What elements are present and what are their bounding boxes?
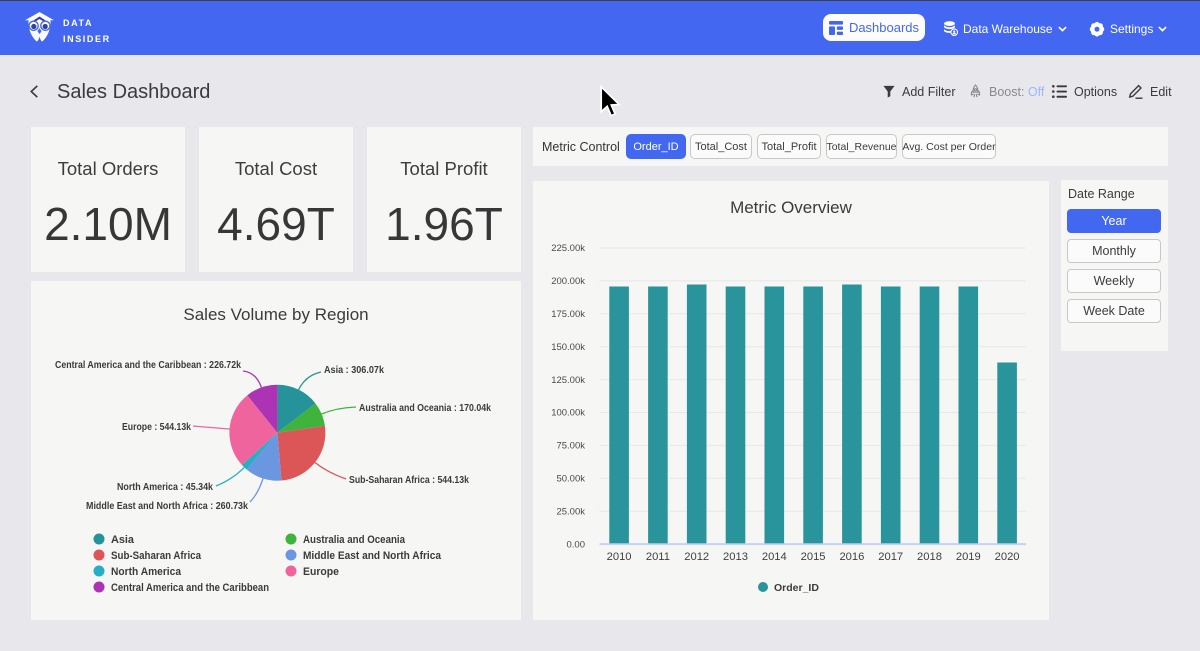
svg-text:Order_ID: Order_ID [774,582,819,594]
svg-text:Central America and the Caribb: Central America and the Caribbean [111,582,269,594]
svg-text:Australia and Oceania : 170.04: Australia and Oceania : 170.04k [359,403,491,414]
svg-text:2017: 2017 [878,551,903,563]
svg-text:Middle East and North Africa :: Middle East and North Africa : 260.73k [86,501,248,512]
svg-text:2019: 2019 [956,551,981,563]
svg-text:North America : 45.34k: North America : 45.34k [117,482,213,493]
svg-text:2018: 2018 [917,551,942,563]
svg-text:125.00k: 125.00k [551,375,585,386]
svg-text:Middle East and North Africa: Middle East and North Africa [303,550,442,562]
svg-text:2010: 2010 [607,551,632,563]
svg-text:200.00k: 200.00k [551,276,585,287]
svg-text:Australia and Oceania: Australia and Oceania [303,534,406,546]
svg-text:Asia: Asia [111,534,135,546]
svg-text:2012: 2012 [684,551,709,563]
svg-text:Central America and the Caribb: Central America and the Caribbean : 226.… [55,360,241,371]
svg-text:Asia : 306.07k: Asia : 306.07k [324,365,384,376]
svg-text:175.00k: 175.00k [551,309,585,320]
svg-text:225.00k: 225.00k [551,243,585,254]
svg-text:Sub-Saharan Africa: Sub-Saharan Africa [111,550,202,562]
svg-text:Europe : 544.13k: Europe : 544.13k [122,422,191,433]
svg-text:Sub-Saharan Africa : 544.13k: Sub-Saharan Africa : 544.13k [349,475,469,486]
svg-text:2015: 2015 [801,551,826,563]
svg-text:2014: 2014 [762,551,787,563]
svg-text:0.00: 0.00 [567,539,586,550]
svg-text:100.00k: 100.00k [551,408,585,419]
svg-text:North America: North America [111,566,182,578]
svg-text:2020: 2020 [995,551,1020,563]
svg-text:2011: 2011 [646,551,670,563]
svg-text:50.00k: 50.00k [556,474,585,485]
svg-text:75.00k: 75.00k [556,441,585,452]
svg-text:25.00k: 25.00k [556,506,585,517]
svg-text:2016: 2016 [839,551,864,563]
svg-text:Europe: Europe [303,566,339,578]
svg-text:150.00k: 150.00k [551,342,585,353]
svg-text:2013: 2013 [723,551,748,563]
